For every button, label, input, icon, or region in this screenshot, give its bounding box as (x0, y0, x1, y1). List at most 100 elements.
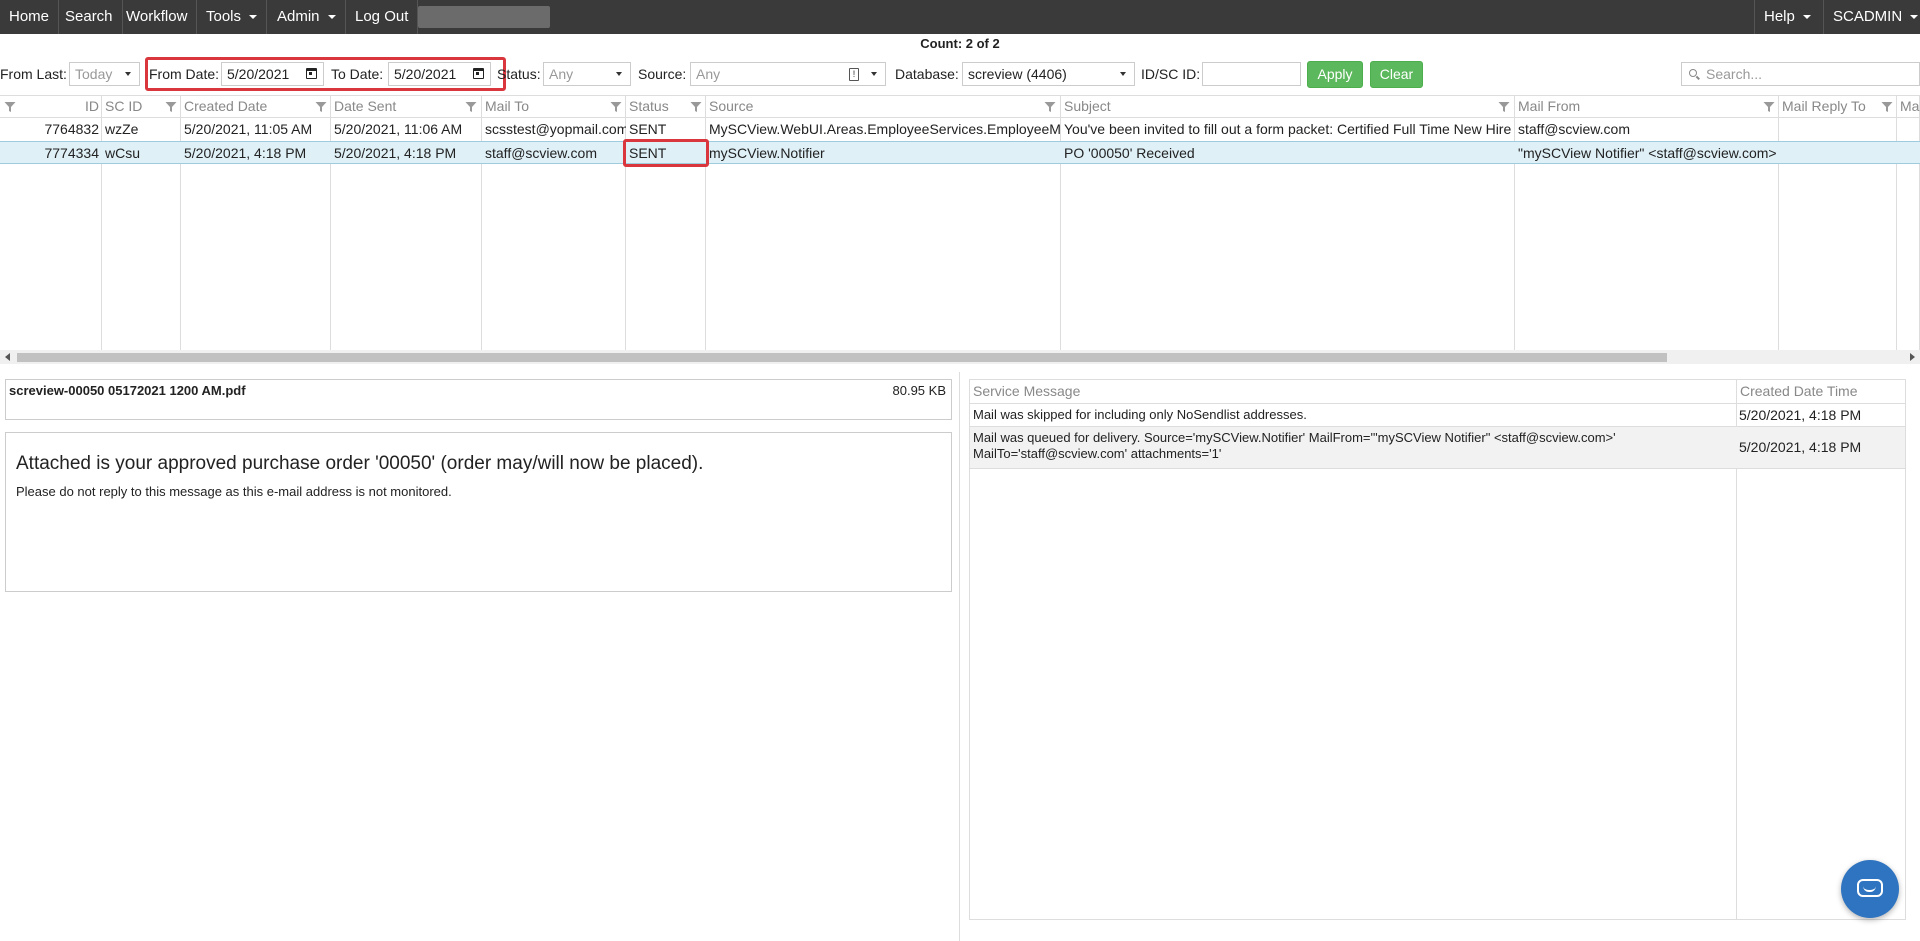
column-header-mail-to[interactable]: Mail To (482, 96, 626, 117)
cell-date-sent: 5/20/2021, 4:18 PM (334, 145, 457, 161)
cell-created-date: 5/20/2021, 4:18 PM (184, 145, 307, 161)
filter-funnel-icon[interactable] (1498, 100, 1510, 112)
status-select[interactable]: Any (543, 62, 631, 86)
from-last-value: Today (75, 66, 113, 82)
calendar-icon[interactable] (306, 68, 317, 79)
filter-funnel-icon[interactable] (610, 100, 622, 112)
table-row[interactable]: 7764832 wzZe 5/20/2021, 11:05 AM 5/20/2021,… (0, 118, 1920, 141)
cell-mail-reply-to (1779, 118, 1897, 141)
cell-created-date: 5/20/2021, 11:05 AM (184, 121, 313, 137)
created-date-cell: 5/20/2021, 4:18 PM (1739, 439, 1862, 455)
column-header-mail-reply-to[interactable]: Mail Reply To (1779, 96, 1897, 117)
chevron-down-icon (1802, 15, 1811, 20)
column-header-created-date[interactable]: Created Date (181, 96, 331, 117)
cell-subject: PO '00050' Received (1064, 145, 1195, 161)
nav-admin[interactable]: Admin (268, 0, 346, 34)
service-message-cell: Mail was queued for delivery. Source='my… (973, 430, 1616, 461)
panel-divider[interactable] (959, 372, 960, 941)
scroll-left-icon[interactable] (5, 353, 10, 361)
nav-help[interactable]: Help (1754, 0, 1820, 34)
chevron-down-icon (1910, 15, 1919, 20)
calendar-icon[interactable] (473, 68, 484, 79)
nav-home[interactable]: Home (0, 0, 60, 34)
from-last-label: From Last: (0, 66, 67, 82)
header-created-date-time[interactable]: Created Date Time (1737, 380, 1858, 403)
nav-home-label: Home (9, 8, 50, 25)
idsc-label: ID/SC ID: (1141, 66, 1201, 82)
scrollbar-thumb[interactable] (17, 353, 1667, 362)
nav-user-label: SCADMIN (1833, 8, 1903, 25)
filter-funnel-icon[interactable] (1881, 100, 1893, 112)
cell-subject: You've been invited to fill out a form p… (1064, 121, 1512, 137)
cell-mail-from: "mySCView Notifier" <staff@scview.com> (1518, 145, 1777, 161)
nav-logout[interactable]: Log Out (346, 0, 419, 34)
filter-funnel-icon[interactable] (690, 100, 702, 112)
filter-funnel-icon[interactable] (1763, 100, 1775, 112)
attachment-name[interactable]: screview-00050 05172021 1200 AM.pdf (9, 383, 246, 398)
chat-button[interactable] (1841, 860, 1899, 918)
mail-grid: ID SC ID Created Date Date Sent Mail To Statu… (0, 95, 1920, 355)
horizontal-scrollbar[interactable] (0, 350, 1920, 364)
status-label: Status: (497, 66, 541, 82)
filter-funnel-icon[interactable] (165, 100, 177, 112)
table-row[interactable]: Mail was queued for delivery. Source='my… (970, 426, 1905, 468)
nav-tools[interactable]: Tools (197, 0, 268, 34)
chevron-down-icon (249, 15, 258, 20)
nav-admin-label: Admin (277, 8, 320, 25)
source-label: Source: (638, 66, 687, 82)
table-row[interactable]: 7774334 wCsu 5/20/2021, 4:18 PM 5/20/2021, … (0, 141, 1920, 164)
message-body: Please do not reply to this message as t… (16, 484, 452, 499)
top-nav-bar: Home Search Workflow Tools Admin Log Out… (0, 0, 1920, 34)
column-header-mail-from[interactable]: Mail From (1515, 96, 1779, 117)
column-header-subject[interactable]: Subject (1061, 96, 1515, 117)
from-date-label: From Date: (149, 66, 220, 82)
service-message-cell: Mail was skipped for including only NoSe… (973, 407, 1307, 422)
scroll-right-icon[interactable] (1910, 353, 1915, 361)
from-last-select[interactable]: Today (69, 62, 140, 86)
search-input[interactable]: Search... (1681, 62, 1920, 86)
cell-date-sent: 5/20/2021, 11:06 AM (334, 121, 463, 137)
cell-mail-to: scsstest@yopmail.com (485, 121, 626, 137)
nav-user-menu[interactable]: SCADMIN (1823, 0, 1920, 34)
column-header-ma[interactable]: Ma (1897, 96, 1920, 117)
filter-funnel-icon[interactable] (465, 100, 477, 112)
database-select[interactable]: screview (4406) (962, 62, 1135, 86)
database-label: Database: (895, 66, 959, 82)
nav-search[interactable]: Search (56, 0, 123, 34)
message-preview: Attached is your approved purchase order… (5, 432, 952, 592)
attachment-size: 80.95 KB (892, 383, 947, 398)
record-count: Count: 2 of 2 (920, 36, 1000, 51)
chat-icon (1857, 879, 1883, 897)
service-message-table: Service Message Created Date Time Mail w… (969, 379, 1906, 920)
to-date-input[interactable]: 5/20/2021 (388, 62, 491, 86)
list-select-icon[interactable]: ! (849, 68, 859, 81)
nav-workflow[interactable]: Workflow (117, 0, 198, 34)
filter-funnel-icon[interactable] (1044, 100, 1056, 112)
attachment-item[interactable]: screview-00050 05172021 1200 AM.pdf 80.9… (5, 379, 952, 420)
chevron-down-icon (616, 72, 622, 76)
to-date-label: To Date: (331, 66, 384, 82)
cell-source: MySCView.WebUI.Areas.EmployeeServices.Em… (709, 121, 1061, 137)
idsc-input[interactable] (1202, 62, 1301, 86)
clear-button[interactable]: Clear (1370, 61, 1423, 88)
filter-funnel-icon[interactable] (315, 100, 327, 112)
nav-tools-label: Tools (206, 8, 242, 25)
status-value: Any (549, 66, 574, 82)
table-row[interactable]: Mail was skipped for including only NoSe… (970, 403, 1905, 426)
header-service-message[interactable]: Service Message (970, 380, 1080, 403)
chevron-down-icon (125, 72, 131, 76)
from-date-input[interactable]: 5/20/2021 (221, 62, 324, 86)
database-value: screview (4406) (968, 66, 1067, 82)
chevron-down-icon (1120, 72, 1126, 76)
source-value: Any (696, 66, 721, 82)
source-select[interactable]: Any! (690, 62, 886, 86)
column-header-date-sent[interactable]: Date Sent (331, 96, 482, 117)
column-header-source[interactable]: Source (706, 96, 1061, 117)
cell-mail-to: staff@scview.com (485, 145, 597, 161)
nav-help-label: Help (1764, 8, 1795, 25)
highlight-status-cell (623, 139, 709, 167)
apply-button[interactable]: Apply (1307, 61, 1363, 88)
cell-mail-reply-to (1779, 142, 1897, 165)
filter-funnel-icon[interactable] (4, 100, 16, 112)
cell-id: 7774334 (44, 145, 99, 161)
